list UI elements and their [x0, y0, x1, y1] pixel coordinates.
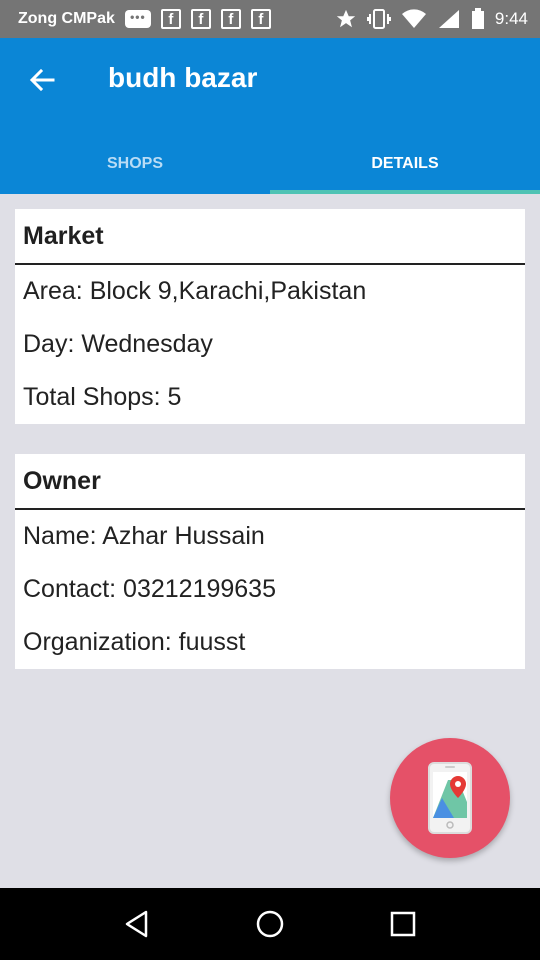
- facebook-notification-icon: f: [220, 9, 241, 29]
- recents-square-icon[interactable]: [388, 909, 418, 939]
- market-total-shops: Total Shops: 5: [23, 383, 182, 411]
- back-triangle-icon[interactable]: [122, 909, 152, 939]
- market-day: Day: Wednesday: [23, 330, 213, 358]
- back-button[interactable]: [22, 60, 62, 100]
- market-heading: Market: [15, 209, 525, 265]
- tab-details[interactable]: DETAILS: [270, 134, 540, 194]
- battery-icon: [471, 8, 484, 29]
- owner-organization: Organization: fuusst: [23, 628, 246, 656]
- facebook-notification-icon: f: [160, 9, 181, 29]
- home-circle-icon[interactable]: [255, 909, 285, 939]
- facebook-notification-icon: f: [250, 9, 271, 29]
- tab-shops[interactable]: SHOPS: [0, 134, 270, 194]
- vibrate-icon: [366, 9, 391, 29]
- app-bar: budh bazar SHOPS DETAILS: [0, 38, 540, 194]
- arrow-back-icon: [29, 68, 55, 92]
- carrier-name: Zong CMPak: [18, 10, 115, 27]
- status-left: Zong CMPak ••• f f f f: [18, 9, 271, 29]
- status-bar: Zong CMPak ••• f f f f 9:44: [0, 0, 540, 38]
- clock: 9:44: [494, 9, 528, 28]
- wifi-icon: [401, 9, 426, 28]
- market-card: Market Area: Block 9,Karachi,Pakistan Da…: [15, 209, 525, 424]
- owner-contact: Contact: 03212199635: [23, 575, 276, 603]
- status-right: 9:44: [335, 8, 528, 30]
- tab-bar: SHOPS DETAILS: [0, 134, 540, 194]
- map-fab-button[interactable]: [390, 738, 510, 858]
- owner-card: Owner Name: Azhar Hussain Contact: 03212…: [15, 454, 525, 669]
- chat-notification-icon: •••: [124, 10, 151, 28]
- owner-heading: Owner: [15, 454, 525, 510]
- facebook-notification-icon: f: [190, 9, 211, 29]
- phone-map-icon: [428, 762, 472, 834]
- signal-icon: [438, 10, 459, 28]
- market-area: Area: Block 9,Karachi,Pakistan: [23, 277, 367, 305]
- star-icon: [336, 9, 356, 28]
- owner-name: Name: Azhar Hussain: [23, 522, 265, 550]
- page-title: budh bazar: [108, 62, 258, 93]
- system-nav-bar: [0, 888, 540, 960]
